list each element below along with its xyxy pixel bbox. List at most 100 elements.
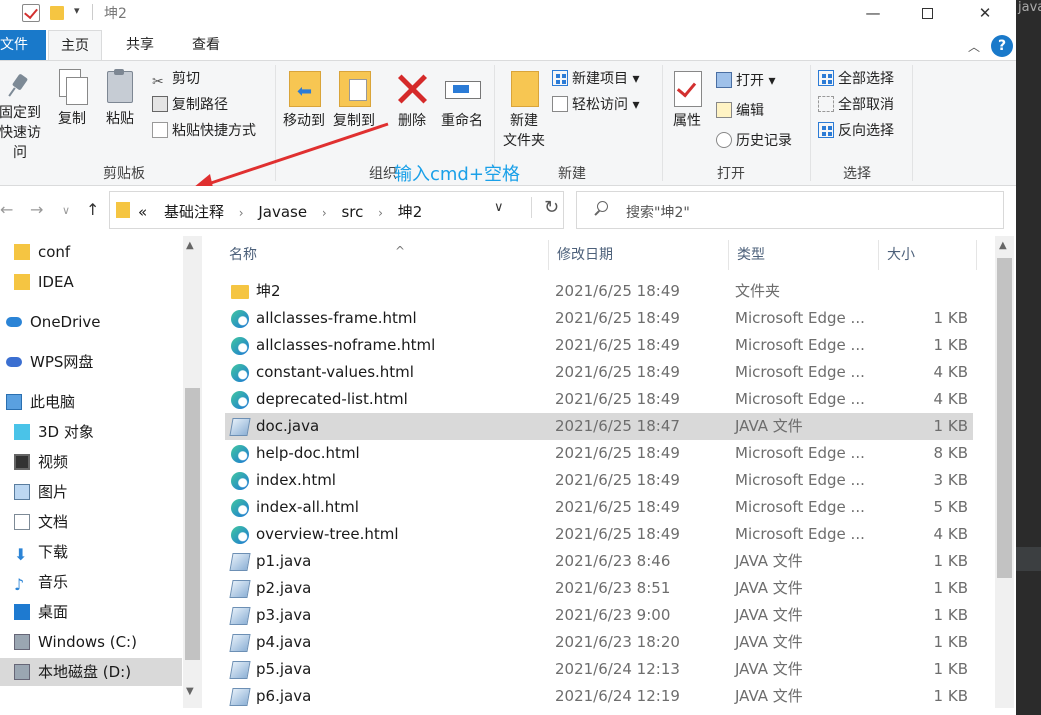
table-row[interactable]: help-doc.html 2021/6/25 18:49 Microsoft Ed… [225, 440, 973, 467]
help-icon[interactable]: ? [991, 35, 1013, 57]
file-name: allclasses-frame.html [256, 309, 417, 327]
table-row[interactable]: 坤2 2021/6/25 18:49 文件夹 [225, 278, 973, 305]
nav-item-downloads[interactable]: ⬇ 下载 [0, 538, 182, 566]
rename-button[interactable]: 重命名 [438, 71, 486, 131]
new-item-icon [552, 70, 568, 86]
scroll-up-icon[interactable]: ▲ [999, 240, 1007, 251]
table-row[interactable]: constant-values.html 2021/6/25 18:49 Micro… [225, 359, 973, 386]
delete-icon [395, 71, 429, 107]
nav-item-desktop[interactable]: 桌面 [0, 598, 182, 626]
nav-item-onedrive[interactable]: OneDrive [0, 308, 182, 336]
scroll-down-icon[interactable]: ▼ [186, 686, 194, 697]
tab-home[interactable]: 主页 [48, 30, 102, 61]
back-button[interactable]: ← [0, 200, 13, 219]
up-button[interactable]: ↑ [86, 200, 99, 219]
new-folder-button[interactable]: 新建 文件夹 [500, 69, 548, 151]
table-row[interactable]: allclasses-noframe.html 2021/6/25 18:49 Mi… [225, 332, 973, 359]
breadcrumb-separator[interactable]: › [239, 206, 244, 220]
refresh-button[interactable]: ↻ [531, 197, 559, 218]
customize-quick-access-dropdown[interactable]: ▾ [74, 4, 80, 22]
table-row[interactable]: deprecated-list.html 2021/6/25 18:49 Micro… [225, 386, 973, 413]
history-button[interactable]: 历史记录 [716, 129, 792, 153]
paste-button[interactable]: 粘贴 [100, 69, 140, 129]
table-row[interactable]: p3.java 2021/6/23 9:00 JAVA 文件 1 KB [225, 602, 973, 629]
close-button[interactable]: ✕ [962, 0, 1008, 28]
column-header-date[interactable]: 修改日期 [549, 240, 729, 270]
pin-to-quick-access-button[interactable]: 固定到 快速访问 [0, 73, 46, 163]
edit-button[interactable]: 编辑 [716, 99, 764, 123]
nav-scrollbar-thumb[interactable] [185, 388, 200, 660]
scroll-up-icon[interactable]: ▲ [186, 240, 194, 251]
new-folder-quick-access-icon[interactable] [50, 6, 64, 20]
table-row[interactable]: index.html 2021/6/25 18:49 Microsoft Edge … [225, 467, 973, 494]
nav-item-pictures[interactable]: 图片 [0, 478, 182, 506]
collapse-ribbon-icon[interactable]: ︿ [968, 38, 980, 55]
breadcrumb-overflow[interactable]: « [138, 203, 147, 221]
invert-selection-icon [818, 122, 834, 138]
properties-button[interactable]: 属性 [667, 71, 707, 131]
table-row[interactable]: index-all.html 2021/6/25 18:49 Microsoft E… [225, 494, 973, 521]
file-date: 2021/6/25 18:49 [555, 363, 680, 381]
table-row[interactable]: p1.java 2021/6/23 8:46 JAVA 文件 1 KB [225, 548, 973, 575]
file-list: 名称 ^ 修改日期 类型 大小 坤2 2021/6/25 18:49 文件夹 allc… [205, 236, 1014, 710]
breadcrumb-item[interactable]: 基础注释 [164, 203, 224, 221]
table-row[interactable]: p2.java 2021/6/23 8:51 JAVA 文件 1 KB [225, 575, 973, 602]
file-size: 4 KB [933, 363, 968, 381]
table-row[interactable]: p5.java 2021/6/24 12:13 JAVA 文件 1 KB [225, 656, 973, 683]
nav-item-wps[interactable]: WPS网盘 [0, 348, 182, 376]
table-row[interactable]: p6.java 2021/6/24 12:19 JAVA 文件 1 KB [225, 683, 973, 710]
recent-locations-dropdown[interactable]: ∨ [62, 204, 70, 217]
nav-item-music[interactable]: ♪ 音乐 [0, 568, 182, 596]
select-all-label: 全部选择 [838, 71, 894, 87]
file-date: 2021/6/25 18:47 [555, 417, 680, 435]
nav-item-this-pc[interactable]: 此电脑 [0, 388, 182, 416]
column-header-name[interactable]: 名称 ^ [221, 240, 549, 270]
select-all-button[interactable]: 全部选择 [818, 67, 894, 91]
breadcrumb-separator[interactable]: › [322, 206, 327, 220]
table-row[interactable]: overview-tree.html 2021/6/25 18:49 Microso… [225, 521, 973, 548]
tab-view[interactable]: 查看 [180, 30, 232, 60]
open-button[interactable]: 打开 ▾ [716, 69, 775, 93]
nav-item-3d-objects[interactable]: 3D 对象 [0, 418, 182, 446]
search-box[interactable]: 搜索"坤2" [576, 191, 1004, 229]
java-file-icon [229, 688, 251, 706]
file-list-scrollbar-thumb[interactable] [997, 258, 1012, 578]
invert-selection-button[interactable]: 反向选择 [818, 119, 894, 143]
nav-item-drive-c[interactable]: Windows (C:) [0, 628, 182, 656]
table-row[interactable]: allclasses-frame.html 2021/6/25 18:49 Micr… [225, 305, 973, 332]
easy-access-button[interactable]: 轻松访问 ▾ [552, 93, 639, 117]
forward-button[interactable]: → [30, 200, 43, 219]
nav-item-conf[interactable]: conf [0, 238, 182, 266]
address-bar[interactable]: « 基础注释 › Javase › src › 坤2 ∨ ↻ [109, 191, 564, 229]
nav-item-label: WPS网盘 [30, 353, 94, 371]
breadcrumb-separator[interactable]: › [378, 206, 383, 220]
select-none-button[interactable]: 全部取消 [818, 93, 894, 117]
cut-button[interactable]: ✂ 剪切 [152, 67, 200, 91]
table-row[interactable]: doc.java 2021/6/25 18:47 JAVA 文件 1 KB [225, 413, 973, 440]
breadcrumb-item[interactable]: Javase [258, 203, 307, 221]
nav-item-drive-d[interactable]: 本地磁盘 (D:) [0, 658, 182, 686]
copy-button[interactable]: 复制 [52, 69, 92, 129]
open-icon [716, 72, 732, 88]
file-type: JAVA 文件 [735, 633, 803, 651]
onedrive-icon [6, 317, 22, 327]
table-row[interactable]: p4.java 2021/6/23 18:20 JAVA 文件 1 KB [225, 629, 973, 656]
breadcrumb-item[interactable]: 坤2 [398, 203, 423, 221]
nav-item-idea[interactable]: IDEA [0, 268, 182, 296]
rename-label: 重命名 [441, 113, 483, 129]
documents-icon [14, 514, 30, 530]
breadcrumb-item[interactable]: src [341, 203, 363, 221]
minimize-button[interactable]: — [850, 0, 896, 28]
copy-path-icon [152, 96, 168, 112]
new-item-button[interactable]: 新建项目 ▾ [552, 67, 639, 91]
file-size: 8 KB [933, 444, 968, 462]
tab-share[interactable]: 共享 [114, 30, 166, 60]
column-header-size[interactable]: 大小 [879, 240, 977, 270]
column-header-type[interactable]: 类型 [729, 240, 879, 270]
nav-item-videos[interactable]: 视频 [0, 448, 182, 476]
address-dropdown[interactable]: ∨ [494, 200, 504, 215]
tab-file[interactable]: 文件 [0, 30, 46, 60]
properties-quick-access-icon[interactable] [22, 4, 40, 22]
nav-item-documents[interactable]: 文档 [0, 508, 182, 536]
maximize-button[interactable] [904, 0, 950, 28]
